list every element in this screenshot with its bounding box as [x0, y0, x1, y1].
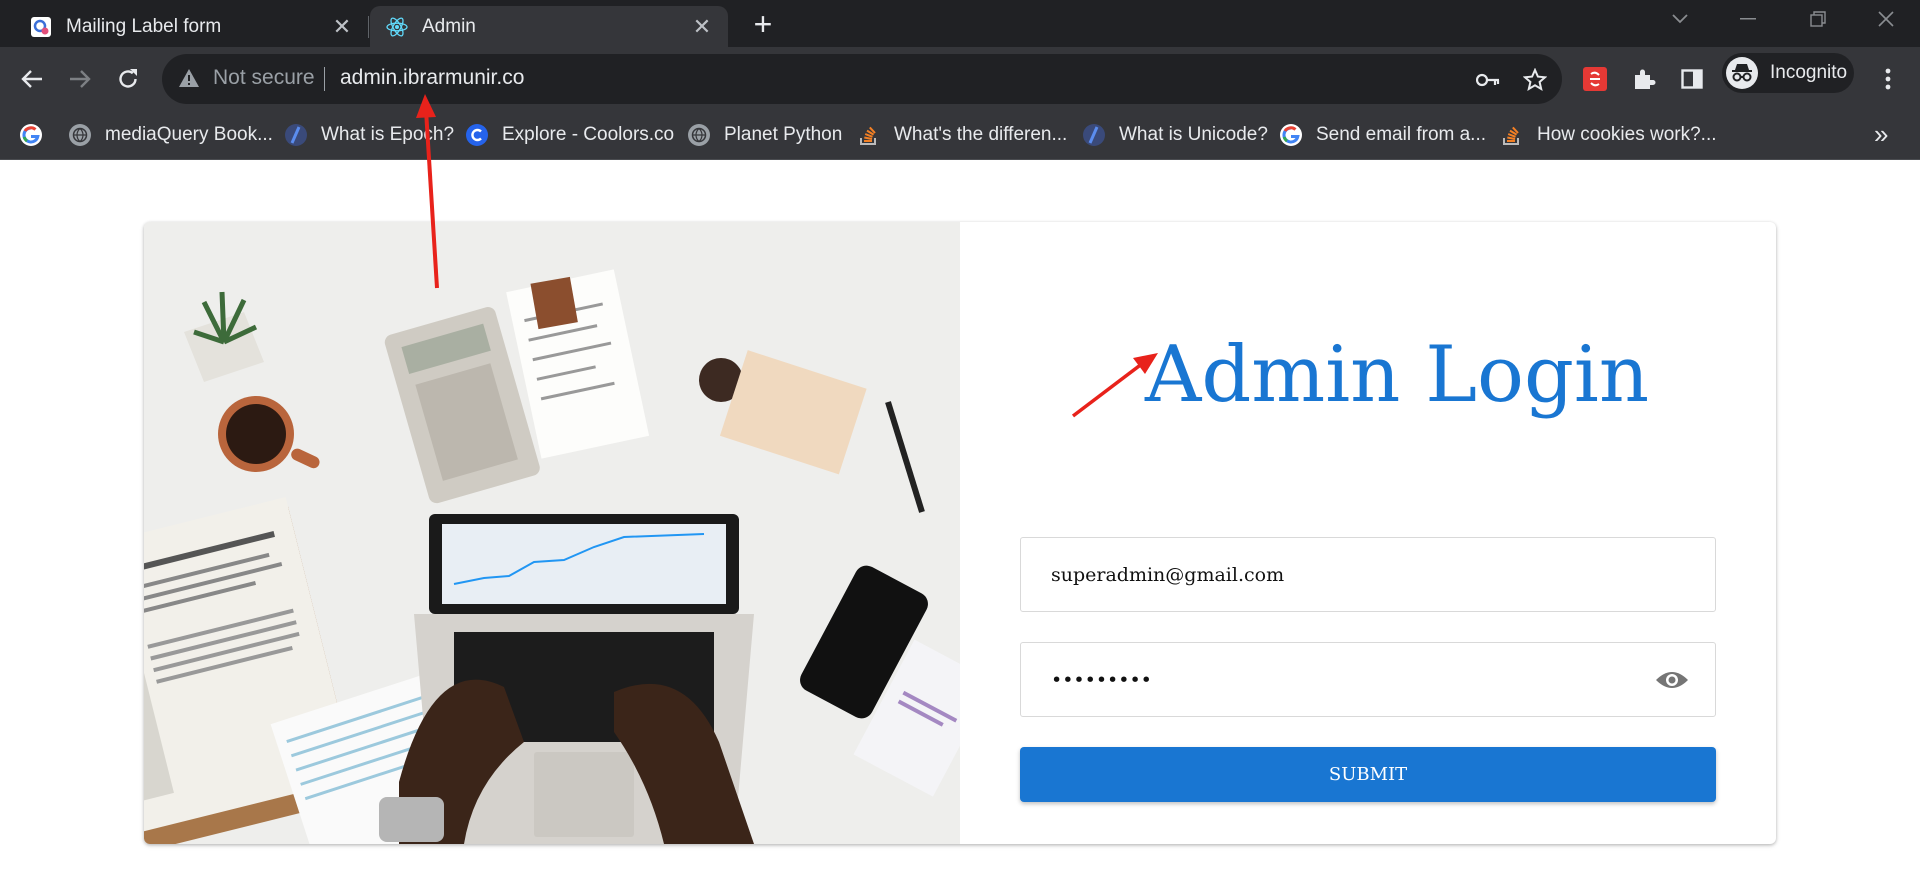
forward-arrow-icon[interactable] — [62, 61, 98, 97]
new-tab-button[interactable]: + — [746, 8, 780, 42]
bookmark-label: Send email from a... — [1316, 124, 1487, 145]
bookmark-label: Explore - Coolors.co — [502, 124, 675, 145]
workspace-hero-image — [144, 222, 960, 844]
browser-tab-strip: Mailing Label form ✕ Admin ✕ + — [0, 0, 1920, 47]
key-icon[interactable] — [1475, 67, 1501, 93]
reload-icon[interactable] — [110, 61, 146, 97]
bookmarks-overflow-icon[interactable]: » — [1874, 119, 1888, 150]
google-icon — [1280, 124, 1302, 146]
bookmark-item[interactable]: What is Epoch? — [285, 121, 454, 149]
tab-title: Admin — [422, 15, 476, 37]
bookmark-label: How cookies work?... — [1537, 124, 1717, 145]
bookmark-label: What is Epoch? — [321, 124, 455, 145]
tab-divider — [368, 16, 369, 38]
react-icon — [386, 16, 408, 38]
close-window-icon[interactable] — [1854, 0, 1918, 38]
url-text[interactable]: admin.ibrarmunir.co — [340, 66, 524, 90]
email-field[interactable] — [1020, 537, 1716, 612]
bookmark-item[interactable]: Explore - Coolors.co — [466, 121, 674, 149]
bookmark-item[interactable]: What is Unicode? — [1083, 121, 1268, 149]
tab-title: Mailing Label form — [66, 15, 222, 37]
minimize-window-icon[interactable] — [1716, 0, 1780, 38]
bookmark-item[interactable]: Planet Python — [688, 121, 842, 149]
back-arrow-icon[interactable] — [14, 61, 50, 97]
close-tab-icon[interactable]: ✕ — [330, 14, 354, 40]
mailing-label-favicon-icon — [30, 16, 52, 38]
bookmark-item[interactable]: How cookies work?... — [1501, 121, 1717, 149]
extension-red-icon[interactable] — [1577, 61, 1613, 97]
address-bar[interactable]: Not secure admin.ibrarmunir.co — [162, 54, 1562, 104]
warning-triangle-icon[interactable] — [178, 68, 200, 93]
bookmark-label: Planet Python — [724, 124, 843, 145]
bookmark-label: What's the differen... — [894, 124, 1068, 145]
more-menu-icon[interactable] — [1870, 61, 1906, 97]
stackoverflow-icon — [858, 124, 880, 146]
tab-admin[interactable]: Admin ✕ — [370, 6, 728, 47]
address-divider — [324, 67, 325, 91]
password-input[interactable] — [1051, 643, 1611, 716]
bookmark-item[interactable]: mediaQuery Book... — [69, 121, 273, 149]
tab-search-icon[interactable] — [1648, 0, 1712, 38]
bookmark-google[interactable] — [20, 121, 56, 149]
restore-window-icon[interactable] — [1786, 0, 1850, 38]
blog-icon — [1083, 124, 1105, 146]
bookmarks-bar: mediaQuery Book... What is Epoch? Explor… — [0, 111, 1920, 160]
bookmark-star-icon[interactable] — [1522, 67, 1548, 93]
incognito-icon — [1726, 57, 1758, 89]
side-panel-icon[interactable] — [1674, 61, 1710, 97]
close-tab-icon[interactable]: ✕ — [690, 14, 714, 40]
admin-login-title: Admin Login — [1145, 330, 1650, 420]
not-secure-label[interactable]: Not secure — [213, 66, 315, 90]
bookmark-item[interactable]: Send email from a... — [1280, 121, 1486, 149]
password-field[interactable] — [1020, 642, 1716, 717]
extensions-puzzle-icon[interactable] — [1626, 61, 1662, 97]
submit-button[interactable]: SUBMIT — [1020, 747, 1716, 802]
stackoverflow-icon — [1501, 124, 1523, 146]
globe-icon — [69, 124, 91, 146]
google-icon — [20, 124, 42, 146]
show-password-eye-icon[interactable] — [1655, 665, 1689, 695]
coolors-icon — [466, 124, 488, 146]
blog-icon — [285, 124, 307, 146]
browser-toolbar: Not secure admin.ibrarmunir.co Incognito — [0, 47, 1920, 111]
globe-icon — [688, 124, 710, 146]
bookmark-item[interactable]: What's the differen... — [858, 121, 1067, 149]
incognito-label: Incognito — [1770, 62, 1848, 83]
tab-mailing-label-form[interactable]: Mailing Label form ✕ — [14, 6, 368, 47]
email-input[interactable] — [1051, 538, 1611, 611]
incognito-profile-button[interactable]: Incognito — [1722, 53, 1854, 93]
bookmark-label: mediaQuery Book... — [105, 124, 273, 145]
bookmark-label: What is Unicode? — [1119, 124, 1268, 145]
